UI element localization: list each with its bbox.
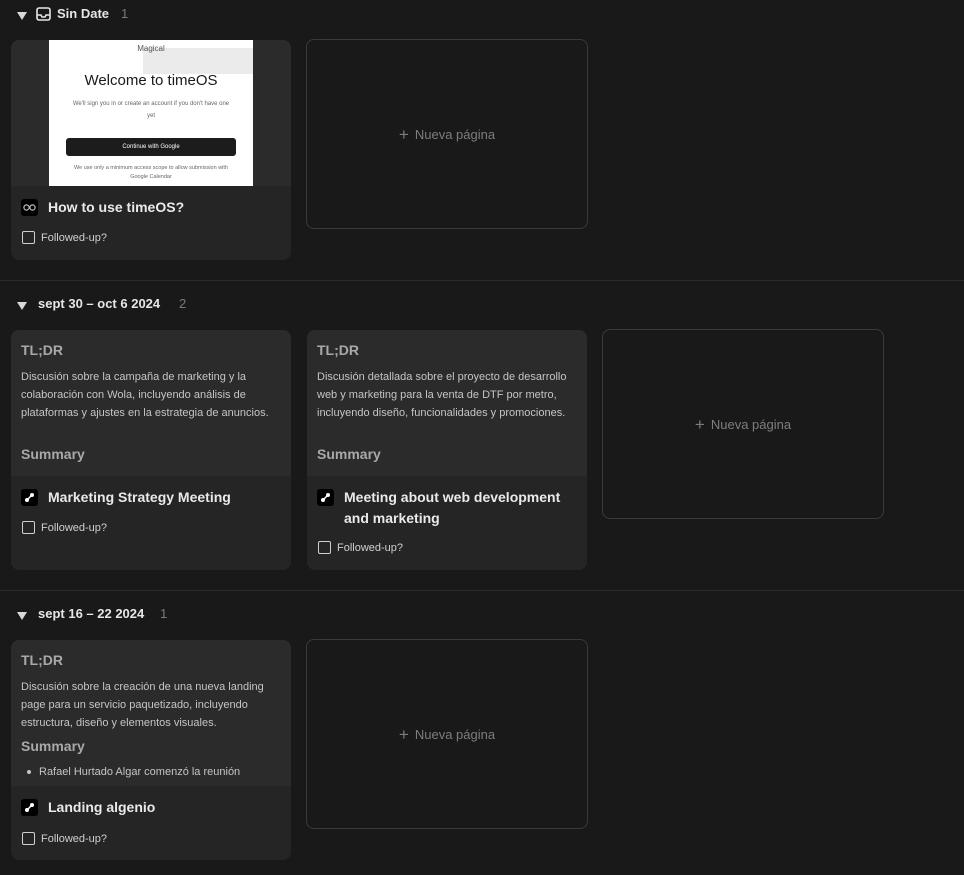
card-title-row: How to use timeOS? [21, 197, 283, 218]
preview-summary-bullet: Rafael Hurtado Algar comenzó la reunión [27, 763, 279, 781]
new-page-button[interactable]: + Nueva página [306, 639, 588, 829]
group-count: 2 [179, 296, 187, 311]
new-page-label: Nueva página [414, 726, 496, 742]
page-card-how-to-use[interactable]: Magical Welcome to timeOS We'll sign you… [11, 40, 291, 260]
plus-icon: + [694, 414, 705, 434]
magical-logo-icon [21, 489, 38, 506]
timeos-welcome-screenshot: Magical Welcome to timeOS We'll sign you… [49, 40, 253, 186]
followed-up-property: Followed-up? [318, 541, 403, 554]
mock-subtext: We'll sign you in or create an account i… [72, 101, 230, 119]
new-page-button[interactable]: + Nueva página [306, 39, 588, 229]
followed-up-label: Followed-up? [41, 832, 108, 845]
followed-up-checkbox[interactable] [22, 521, 35, 534]
followed-up-label: Followed-up? [41, 521, 108, 534]
card-title-row: Marketing Strategy Meeting [21, 487, 283, 508]
group-divider [0, 280, 964, 281]
card-title[interactable]: Landing algenio [48, 797, 155, 818]
mock-google-button: Continue with Google [66, 138, 236, 156]
card-preview: Magical Welcome to timeOS We'll sign you… [11, 40, 291, 186]
group-count: 1 [121, 6, 129, 21]
collapse-toggle-icon[interactable] [17, 12, 27, 20]
page-card-marketing-strategy[interactable]: TL;DR Discusión sobre la campaña de mark… [11, 330, 291, 570]
preview-tldr-heading: TL;DR [21, 652, 63, 668]
new-page-label: Nueva página [414, 126, 496, 142]
mock-footnote: We use only a minimum access scope to al… [74, 165, 228, 180]
group-count: 1 [160, 606, 168, 621]
magical-logo-icon [21, 799, 38, 816]
card-preview: TL;DR Discusión sobre la creación de una… [11, 640, 291, 786]
page-card-web-development[interactable]: TL;DR Discusión detallada sobre el proye… [307, 330, 587, 570]
preview-tldr-heading: TL;DR [317, 342, 359, 358]
preview-summary-heading: Summary [317, 446, 381, 462]
inbox-icon [36, 7, 51, 21]
card-title-row: Landing algenio [21, 797, 283, 818]
card-preview: TL;DR Discusión sobre la campaña de mark… [11, 330, 291, 476]
timeos-logo-icon [21, 199, 38, 216]
followed-up-checkbox[interactable] [22, 231, 35, 244]
collapse-toggle-icon[interactable] [17, 302, 27, 310]
followed-up-label: Followed-up? [337, 541, 404, 554]
preview-tldr-heading: TL;DR [21, 342, 63, 358]
page-card-landing-algenio[interactable]: TL;DR Discusión sobre la creación de una… [11, 640, 291, 860]
preview-tldr-text: Discusión detallada sobre el proyecto de… [317, 371, 567, 419]
mock-heading: Welcome to timeOS [84, 72, 218, 89]
preview-tldr-text: Discusión sobre la creación de una nueva… [21, 681, 264, 729]
group-title: sept 30 – oct 6 2024 [38, 296, 161, 311]
followed-up-checkbox[interactable] [318, 541, 331, 554]
followed-up-property: Followed-up? [22, 832, 107, 845]
plus-icon: + [398, 124, 409, 144]
magical-logo-icon [317, 489, 334, 506]
group-title: sept 16 – 22 2024 [38, 606, 145, 621]
followed-up-checkbox[interactable] [22, 832, 35, 845]
card-title[interactable]: How to use timeOS? [48, 197, 184, 218]
plus-icon: + [398, 724, 409, 744]
group-title: Sin Date [57, 6, 110, 21]
new-page-label: Nueva página [710, 416, 792, 432]
card-title[interactable]: Marketing Strategy Meeting [48, 487, 231, 508]
followed-up-property: Followed-up? [22, 231, 107, 244]
collapse-toggle-icon[interactable] [17, 612, 27, 620]
followed-up-property: Followed-up? [22, 521, 107, 534]
mock-brand: Magical [137, 44, 165, 53]
preview-tldr-text: Discusión sobre la campaña de marketing … [21, 371, 269, 419]
group-divider [0, 590, 964, 591]
preview-summary-heading: Summary [21, 738, 85, 754]
card-preview: TL;DR Discusión detallada sobre el proye… [307, 330, 587, 476]
card-title[interactable]: Meeting about web development and market… [344, 487, 579, 529]
followed-up-label: Followed-up? [41, 231, 108, 244]
preview-summary-heading: Summary [21, 446, 85, 462]
new-page-button[interactable]: + Nueva página [602, 329, 884, 519]
card-title-row: Meeting about web development and market… [317, 487, 579, 529]
